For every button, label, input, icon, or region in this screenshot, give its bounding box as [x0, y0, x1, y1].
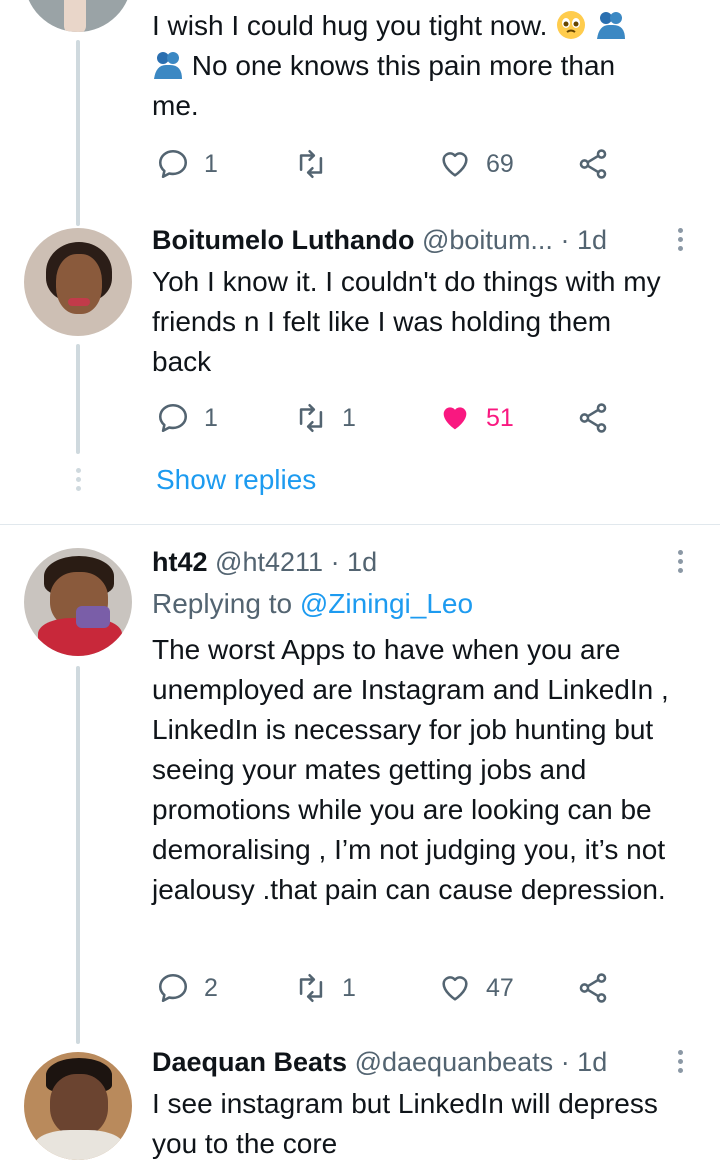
like-button[interactable]: 47 — [438, 968, 514, 1008]
show-replies-link[interactable]: Show replies — [156, 460, 316, 500]
tweet-header: Daequan Beats @daequanbeats · 1d — [152, 1044, 607, 1080]
timestamp[interactable]: · 1d — [331, 547, 378, 577]
avatar[interactable] — [24, 228, 132, 336]
more-options-icon[interactable] — [670, 1046, 690, 1082]
tweet-actions: 1 1 51 — [152, 398, 632, 438]
reply-button[interactable]: 1 — [156, 144, 218, 184]
reply-count: 1 — [204, 403, 218, 432]
reply-button[interactable]: 2 — [156, 968, 218, 1008]
heart-icon — [442, 976, 468, 1001]
retweet-count: 1 — [342, 403, 356, 432]
more-options-icon[interactable] — [670, 546, 690, 582]
tweet-text: I wish I could hug you tight now. No one… — [152, 6, 692, 126]
retweet-count: 1 — [342, 973, 356, 1002]
like-count: 47 — [486, 973, 514, 1002]
avatar[interactable] — [24, 1052, 132, 1160]
reply-icon — [158, 973, 188, 1003]
like-button[interactable]: 51 — [438, 398, 514, 438]
tweet-header: ht42 @ht4211 · 1d — [152, 544, 377, 580]
avatar[interactable] — [24, 548, 132, 656]
reply-icon — [158, 403, 188, 433]
reply-count: 2 — [204, 973, 218, 1002]
share-icon — [579, 973, 607, 1003]
timestamp[interactable]: · 1d — [560, 225, 607, 255]
tweet-actions: 2 1 47 — [152, 968, 632, 1008]
like-count: 51 — [486, 403, 514, 432]
tweet-actions: 1 69 — [152, 144, 632, 184]
pleading-face-icon — [555, 9, 587, 41]
timestamp[interactable]: · 1d — [561, 1047, 608, 1077]
tweet-text: Yoh I know it. I couldn't do things with… — [152, 266, 661, 377]
reply-icon — [158, 149, 188, 179]
retweet-icon — [299, 149, 323, 179]
share-button[interactable] — [576, 968, 610, 1008]
share-icon — [579, 403, 607, 433]
retweet-icon — [299, 403, 323, 433]
more-options-icon[interactable] — [670, 224, 690, 260]
retweet-icon — [299, 973, 323, 1003]
reply-count: 1 — [204, 149, 218, 178]
retweet-button[interactable]: 1 — [294, 968, 356, 1008]
thread-line — [76, 666, 80, 1044]
display-name[interactable]: Boitumelo Luthando — [152, 225, 414, 255]
handle[interactable]: @boitum... — [422, 225, 553, 255]
like-count: 69 — [486, 149, 514, 178]
like-button[interactable]: 69 — [438, 144, 514, 184]
thread-line — [76, 344, 80, 454]
replying-to: Replying to @Ziningi_Leo — [152, 584, 473, 624]
thread-dots-icon — [74, 464, 82, 495]
reply-button[interactable]: 1 — [156, 398, 218, 438]
share-button[interactable] — [576, 398, 610, 438]
thread-line — [76, 40, 80, 226]
tweet-header: Boitumelo Luthando @boitum... · 1d — [152, 222, 607, 258]
avatar[interactable] — [24, 0, 132, 32]
people-hugging-icon — [152, 49, 184, 81]
mention-link[interactable]: @Ziningi_Leo — [300, 588, 473, 619]
handle[interactable]: @ht4211 — [215, 547, 323, 577]
handle[interactable]: @daequanbeats — [355, 1047, 554, 1077]
retweet-button[interactable] — [294, 144, 342, 184]
tweet-text: I see instagram but LinkedIn will depres… — [152, 1088, 658, 1159]
retweet-button[interactable]: 1 — [294, 398, 356, 438]
display-name[interactable]: ht42 — [152, 547, 208, 577]
people-hugging-icon — [595, 9, 627, 41]
share-icon — [579, 149, 607, 179]
share-button[interactable] — [576, 144, 610, 184]
heart-icon — [442, 152, 468, 177]
tweet-text: The worst Apps to have when you are unem… — [152, 634, 669, 905]
heart-filled-icon — [443, 407, 467, 430]
replying-prefix: Replying to — [152, 588, 293, 619]
divider — [0, 524, 720, 525]
display-name[interactable]: Daequan Beats — [152, 1047, 347, 1077]
